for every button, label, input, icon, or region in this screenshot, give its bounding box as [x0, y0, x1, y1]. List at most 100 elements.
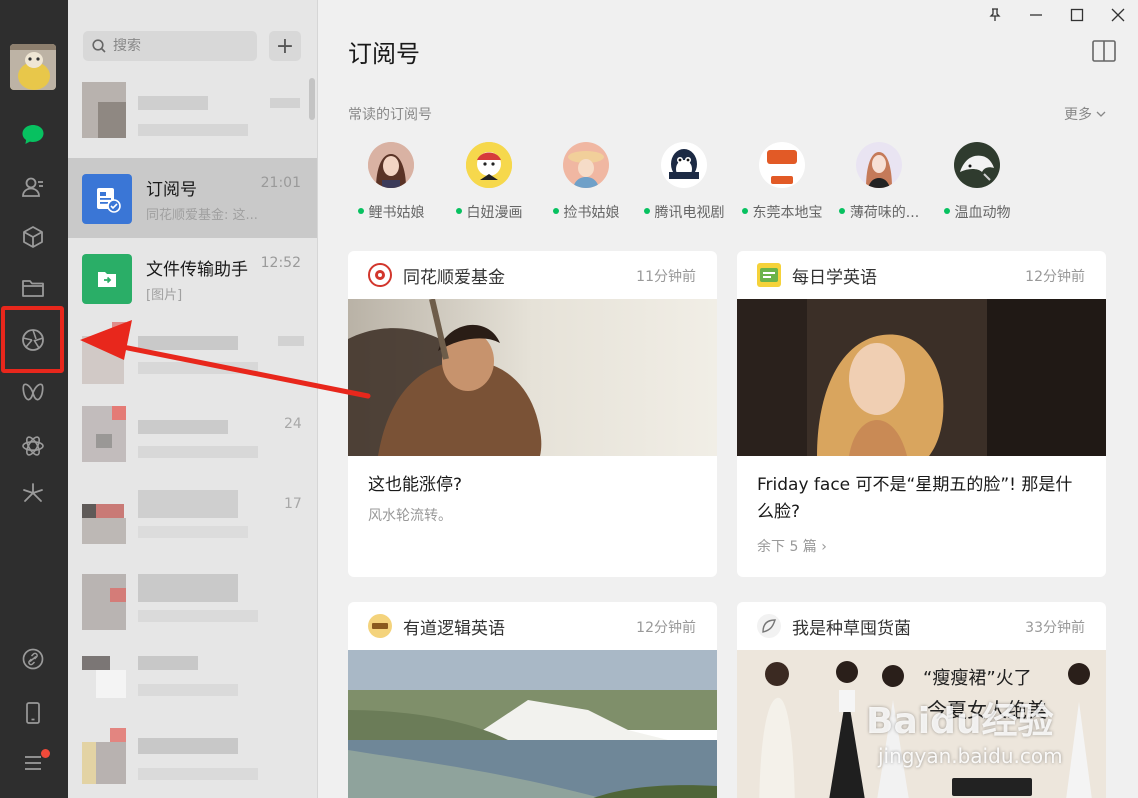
favorites-cube-icon — [23, 226, 43, 248]
pin-button[interactable] — [974, 0, 1015, 30]
account-item[interactable]: 腾讯电视剧 — [636, 142, 732, 222]
daily-english-logo-icon — [757, 263, 781, 287]
account-avatar — [466, 142, 512, 188]
close-icon — [1111, 8, 1124, 22]
account-name: 东莞本地宝 — [734, 202, 830, 222]
card-source: 每日学英语 — [792, 268, 877, 288]
article-card[interactable]: 同花顺爱基金 11分钟前 这也能涨停? 风水轮流转。 — [348, 251, 717, 577]
blurred-chat-row[interactable] — [82, 656, 306, 706]
card-time: 11分钟前 — [636, 269, 696, 285]
minimize-button[interactable] — [1015, 0, 1056, 30]
contacts-tab[interactable] — [14, 168, 52, 206]
card-time: 33分钟前 — [1025, 620, 1085, 636]
card-source: 同花顺爱基金 — [403, 268, 505, 288]
card-summary: 风水轮流转。 — [368, 508, 452, 524]
channels-butterfly-icon — [22, 383, 44, 401]
miniprogram-tab[interactable] — [14, 474, 52, 512]
account-avatar — [954, 142, 1000, 188]
account-item[interactable]: 薄荷味的... — [831, 142, 927, 222]
frequent-accounts-label: 常读的订阅号 — [348, 107, 432, 123]
more-link[interactable]: 更多 — [1064, 104, 1106, 124]
card-cover-image — [348, 650, 717, 798]
subscription-icon — [82, 174, 132, 224]
blurred-chat-row[interactable] — [82, 406, 306, 466]
miniprogram-sparkle-icon — [23, 483, 43, 502]
maximize-button[interactable] — [1056, 0, 1097, 30]
contacts-icon — [22, 177, 43, 197]
discover-tab[interactable] — [14, 427, 52, 465]
chat-list-panel: + 订阅号 21:01 同花顺爱基金: 这... 文件传输助手 12:52 [图… — [68, 0, 318, 798]
card-remaining-link[interactable]: 余下 5 篇 › — [737, 526, 1106, 556]
discover-atom-icon — [22, 436, 44, 456]
card-source: 有道逻辑英语 — [403, 619, 505, 639]
account-item[interactable]: 捡书姑娘 — [538, 142, 634, 222]
blurred-chat-row[interactable] — [82, 574, 306, 634]
file-transfer-icon — [82, 254, 132, 304]
highlight-box — [1, 306, 64, 373]
cover-overlay-title: “瘦瘦裙”火了 — [923, 668, 1032, 689]
card-time: 12分钟前 — [1025, 269, 1085, 285]
article-card[interactable]: 有道逻辑英语 12分钟前 — [348, 602, 717, 798]
account-name: 薄荷味的... — [831, 202, 927, 222]
account-avatar — [856, 142, 902, 188]
youdao-logic-logo-icon — [368, 614, 392, 638]
phone-icon — [26, 702, 40, 724]
phone-tab[interactable] — [14, 694, 52, 732]
blurred-chat-row[interactable] — [82, 322, 306, 384]
tonghuashun-logo-icon — [368, 263, 392, 287]
account-item[interactable]: 白妞漫画 — [441, 142, 537, 222]
card-headline: Friday face 可不是“星期五的脸”! 那是什么脸? — [757, 475, 1073, 522]
more-label: 更多 — [1064, 107, 1092, 123]
blurred-time: 17 — [284, 496, 302, 512]
subscription-panel: 订阅号 常读的订阅号 更多 鲤书姑娘 白妞漫画 捡书姑娘 腾讯电视剧 东莞本地宝 — [318, 0, 1138, 798]
link-icon — [22, 648, 44, 670]
scrollbar[interactable] — [309, 78, 315, 120]
account-item[interactable]: 鲤书姑娘 — [343, 142, 439, 222]
chat-preview: 同花顺爱基金: 这... — [146, 208, 258, 223]
watermark-url: jingyan.baidu.com — [878, 744, 1063, 768]
link-tab[interactable] — [14, 640, 52, 678]
favorites-tab[interactable] — [14, 218, 52, 256]
chat-item-file-transfer[interactable]: 文件传输助手 12:52 [图片] — [68, 238, 317, 318]
account-avatar — [563, 142, 609, 188]
card-cover-image — [737, 299, 1106, 456]
chat-item-subscription[interactable]: 订阅号 21:01 同花顺爱基金: 这... — [68, 158, 317, 238]
pin-icon — [988, 8, 1001, 21]
chat-preview: [图片] — [146, 288, 183, 303]
nav-rail — [0, 0, 68, 798]
grass-hoard-logo-icon — [757, 614, 781, 638]
notification-dot — [41, 749, 50, 758]
folder-icon — [22, 280, 44, 297]
blurred-chat-row[interactable] — [82, 82, 306, 150]
search-box[interactable] — [83, 31, 257, 61]
account-name: 温血动物 — [929, 202, 1025, 222]
minimize-icon — [1029, 14, 1042, 16]
chat-name: 订阅号 — [146, 180, 197, 200]
add-button[interactable]: + — [269, 31, 301, 61]
search-icon — [92, 39, 106, 53]
chat-tab[interactable] — [14, 116, 52, 154]
watermark-logo: Baidu经验 — [866, 701, 1054, 742]
card-headline: 这也能涨停? — [368, 475, 463, 495]
account-name: 鲤书姑娘 — [343, 202, 439, 222]
window-controls — [974, 0, 1138, 30]
article-card[interactable]: 每日学英语 12分钟前 Friday face 可不是“星期五的脸”! 那是什么… — [737, 251, 1106, 577]
user-avatar[interactable] — [10, 44, 56, 90]
channels-tab[interactable] — [14, 374, 52, 412]
files-tab[interactable] — [14, 269, 52, 307]
chat-time: 21:01 — [260, 175, 301, 191]
blurred-chat-row[interactable] — [82, 490, 306, 548]
blurred-time: 24 — [284, 416, 302, 432]
sidebar-toggle-icon[interactable] — [1092, 40, 1116, 62]
account-item[interactable]: 东莞本地宝 — [734, 142, 830, 222]
card-source: 我是种草囤货菌 — [792, 619, 911, 639]
close-button[interactable] — [1097, 0, 1138, 30]
card-time: 12分钟前 — [636, 620, 696, 636]
account-avatar — [661, 142, 707, 188]
account-name: 捡书姑娘 — [538, 202, 634, 222]
search-input[interactable] — [113, 38, 243, 54]
account-item[interactable]: 温血动物 — [929, 142, 1025, 222]
chat-time: 12:52 — [260, 255, 301, 271]
account-name: 白妞漫画 — [441, 202, 537, 222]
blurred-chat-row[interactable] — [82, 728, 306, 788]
